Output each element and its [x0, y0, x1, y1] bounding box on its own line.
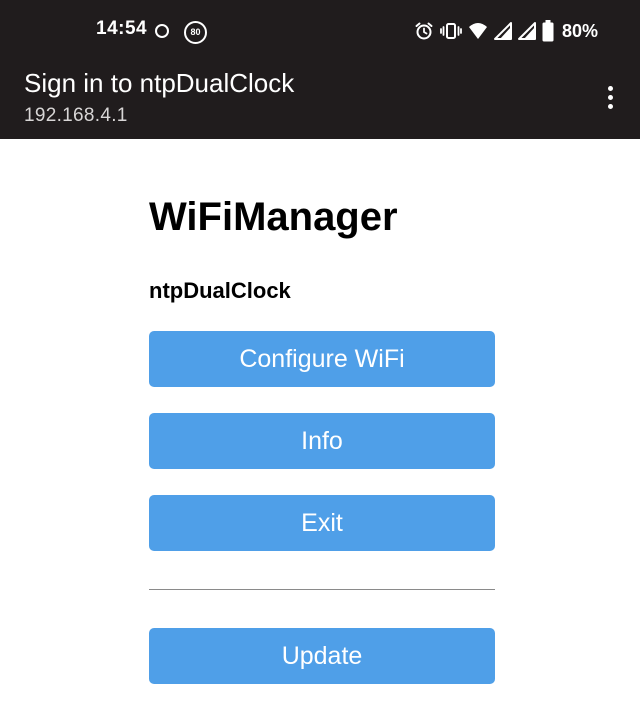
battery-icon: [542, 20, 554, 42]
exit-button[interactable]: Exit: [149, 495, 495, 551]
page-title: WiFiManager: [149, 195, 398, 239]
signal-icon: [494, 21, 512, 41]
menu-dot: [607, 94, 613, 100]
ring-icon: [155, 24, 169, 38]
info-button[interactable]: Info: [149, 413, 495, 469]
badge-80-icon: 80: [184, 21, 207, 44]
menu-dot: [607, 85, 613, 91]
status-time: 14:54: [96, 18, 148, 39]
signal-icon: [518, 21, 536, 41]
vibrate-icon: [440, 21, 462, 41]
app-bar-title: Sign in to ntpDualClock: [24, 68, 295, 98]
app-bar: Sign in to ntpDualClock 192.168.4.1: [0, 62, 640, 139]
update-button[interactable]: Update: [149, 628, 495, 684]
status-icons: 80%: [414, 19, 598, 43]
more-vert-icon[interactable]: [596, 82, 624, 112]
wifi-icon: [468, 21, 488, 41]
divider: [149, 589, 495, 590]
alarm-icon: [414, 21, 434, 41]
app-bar-subtitle: 192.168.4.1: [24, 105, 128, 126]
device-name: ntpDualClock: [149, 278, 291, 303]
battery-percent: 80%: [562, 20, 599, 41]
configure-wifi-button[interactable]: Configure WiFi: [149, 331, 495, 387]
status-bar: 14:54 80 80%: [0, 0, 640, 62]
menu-dot: [607, 103, 613, 109]
